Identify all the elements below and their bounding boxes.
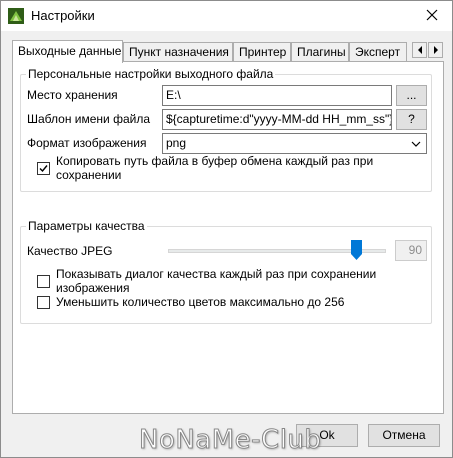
tab-scroll-right-button[interactable] xyxy=(428,42,443,58)
copy-path-checkbox[interactable] xyxy=(37,161,50,175)
output-group-legend: Персональные настройки выходного файла xyxy=(26,67,276,81)
output-settings-group: Персональные настройки выходного файла М… xyxy=(20,67,432,192)
tab-scroll-left-button[interactable] xyxy=(412,42,427,58)
window-title: Настройки xyxy=(31,8,95,23)
tab-plugins[interactable]: Плагины xyxy=(291,42,349,62)
tab-output[interactable]: Выходные данные xyxy=(12,40,123,63)
reduce-colors-label: Уменьшить количество цветов максимально … xyxy=(56,295,345,309)
image-format-select[interactable]: png xyxy=(162,133,427,154)
jpeg-quality-value[interactable]: 90 xyxy=(395,240,427,261)
watermark-text: NoNaMe-Club xyxy=(138,425,322,456)
tab-printer-label: Принтер xyxy=(239,45,287,59)
tab-destination-label: Пункт назначения xyxy=(129,45,229,59)
arrow-right-icon xyxy=(433,43,439,57)
filename-template-label: Шаблон имени файла xyxy=(27,112,150,126)
show-quality-dialog-label: Показывать диалог качества каждый раз пр… xyxy=(56,267,377,295)
app-icon xyxy=(7,7,25,25)
tab-output-label: Выходные данные xyxy=(18,44,122,58)
filename-template-input[interactable]: ${capturetime:d"yyyy-MM-dd HH_mm_ss"}-${… xyxy=(162,109,392,130)
cancel-button[interactable]: Отмена xyxy=(368,424,440,447)
image-format-value: png xyxy=(166,136,187,150)
help-button[interactable]: ? xyxy=(396,109,427,130)
arrow-left-icon xyxy=(417,43,423,57)
storage-input[interactable]: E:\ xyxy=(162,85,392,106)
tab-expert-label: Эксперт xyxy=(355,45,401,59)
copy-path-checkbox-row[interactable]: Копировать путь файла в буфер обмена каж… xyxy=(37,154,431,182)
tab-strip: Выходные данные Пункт назначения Принтер… xyxy=(12,40,444,63)
tab-panel-output: Персональные настройки выходного файла М… xyxy=(12,61,444,414)
reduce-colors-checkbox[interactable] xyxy=(37,295,50,309)
storage-label: Место хранения xyxy=(27,88,118,102)
jpeg-quality-label: Качество JPEG xyxy=(27,244,113,258)
close-button[interactable] xyxy=(412,1,452,31)
title-bar: Настройки xyxy=(1,1,452,31)
tab-plugins-label: Плагины xyxy=(297,45,346,59)
tab-destination[interactable]: Пункт назначения xyxy=(123,42,233,62)
tab-printer[interactable]: Принтер xyxy=(233,42,291,62)
tab-expert[interactable]: Эксперт xyxy=(349,42,407,62)
jpeg-quality-slider-thumb[interactable] xyxy=(351,240,363,260)
browse-button[interactable]: ... xyxy=(396,85,427,106)
show-quality-dialog-row[interactable]: Показывать диалог качества каждый раз пр… xyxy=(37,267,431,295)
show-quality-dialog-checkbox[interactable] xyxy=(37,274,50,288)
quality-settings-group: Параметры качества Качество JPEG 90 Пока… xyxy=(20,219,432,324)
settings-window: Настройки Выходные данные Пункт назначен… xyxy=(0,0,453,458)
reduce-colors-row[interactable]: Уменьшить количество цветов максимально … xyxy=(37,294,344,310)
copy-path-label: Копировать путь файла в буфер обмена каж… xyxy=(56,154,374,182)
chevron-down-icon xyxy=(410,137,422,149)
image-format-label: Формат изображения xyxy=(27,136,147,150)
quality-group-legend: Параметры качества xyxy=(26,219,147,233)
close-icon xyxy=(426,9,438,24)
